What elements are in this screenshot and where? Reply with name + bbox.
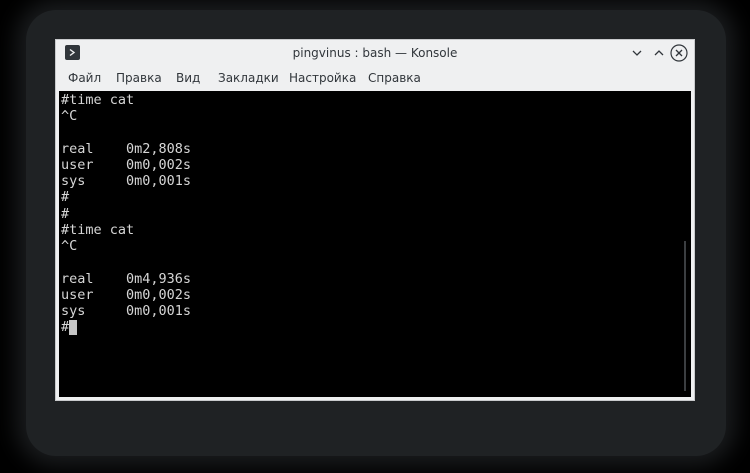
terminal-line: ^C xyxy=(61,108,78,124)
terminal-line: user 0m0,002s xyxy=(61,157,192,173)
konsole-window: pingvinus : bash — Konsole Файл Правка В… xyxy=(55,39,695,401)
terminal-line: real 0m2,808s xyxy=(61,141,192,157)
terminal-line: # xyxy=(61,189,70,205)
text-cursor xyxy=(69,320,77,335)
menu-bar: Файл Правка Вид Закладки Настройка Справ… xyxy=(56,66,694,90)
terminal-line: ^C xyxy=(61,238,78,254)
menu-bookmarks[interactable]: Закладки xyxy=(218,66,279,90)
maximize-icon[interactable] xyxy=(650,44,668,62)
terminal-line: user 0m0,002s xyxy=(61,287,192,303)
close-icon[interactable] xyxy=(670,44,688,62)
menu-help[interactable]: Справка xyxy=(368,66,421,90)
terminal-line: #time cat xyxy=(61,92,135,108)
terminal-line: # xyxy=(61,206,70,222)
menu-file[interactable]: Файл xyxy=(68,66,101,90)
terminal-view[interactable]: #time cat ^C real 0m2,808s user 0m0,002s… xyxy=(59,91,691,397)
terminal-line: #time cat xyxy=(61,222,135,238)
menu-edit[interactable]: Правка xyxy=(116,66,162,90)
minimize-icon[interactable] xyxy=(628,44,646,62)
title-bar[interactable]: pingvinus : bash — Konsole xyxy=(56,40,694,66)
terminal-frame: #time cat ^C real 0m2,808s user 0m0,002s… xyxy=(59,91,691,397)
window-title: pingvinus : bash — Konsole xyxy=(292,46,458,60)
menu-view[interactable]: Вид xyxy=(176,66,200,90)
scrollbar[interactable] xyxy=(684,241,686,391)
terminal-line: sys 0m0,001s xyxy=(61,173,192,189)
terminal-line: real 0m4,936s xyxy=(61,271,192,287)
menu-settings[interactable]: Настройка xyxy=(289,66,356,90)
terminal-prompt: # xyxy=(61,319,70,335)
terminal-line: sys 0m0,001s xyxy=(61,303,192,319)
